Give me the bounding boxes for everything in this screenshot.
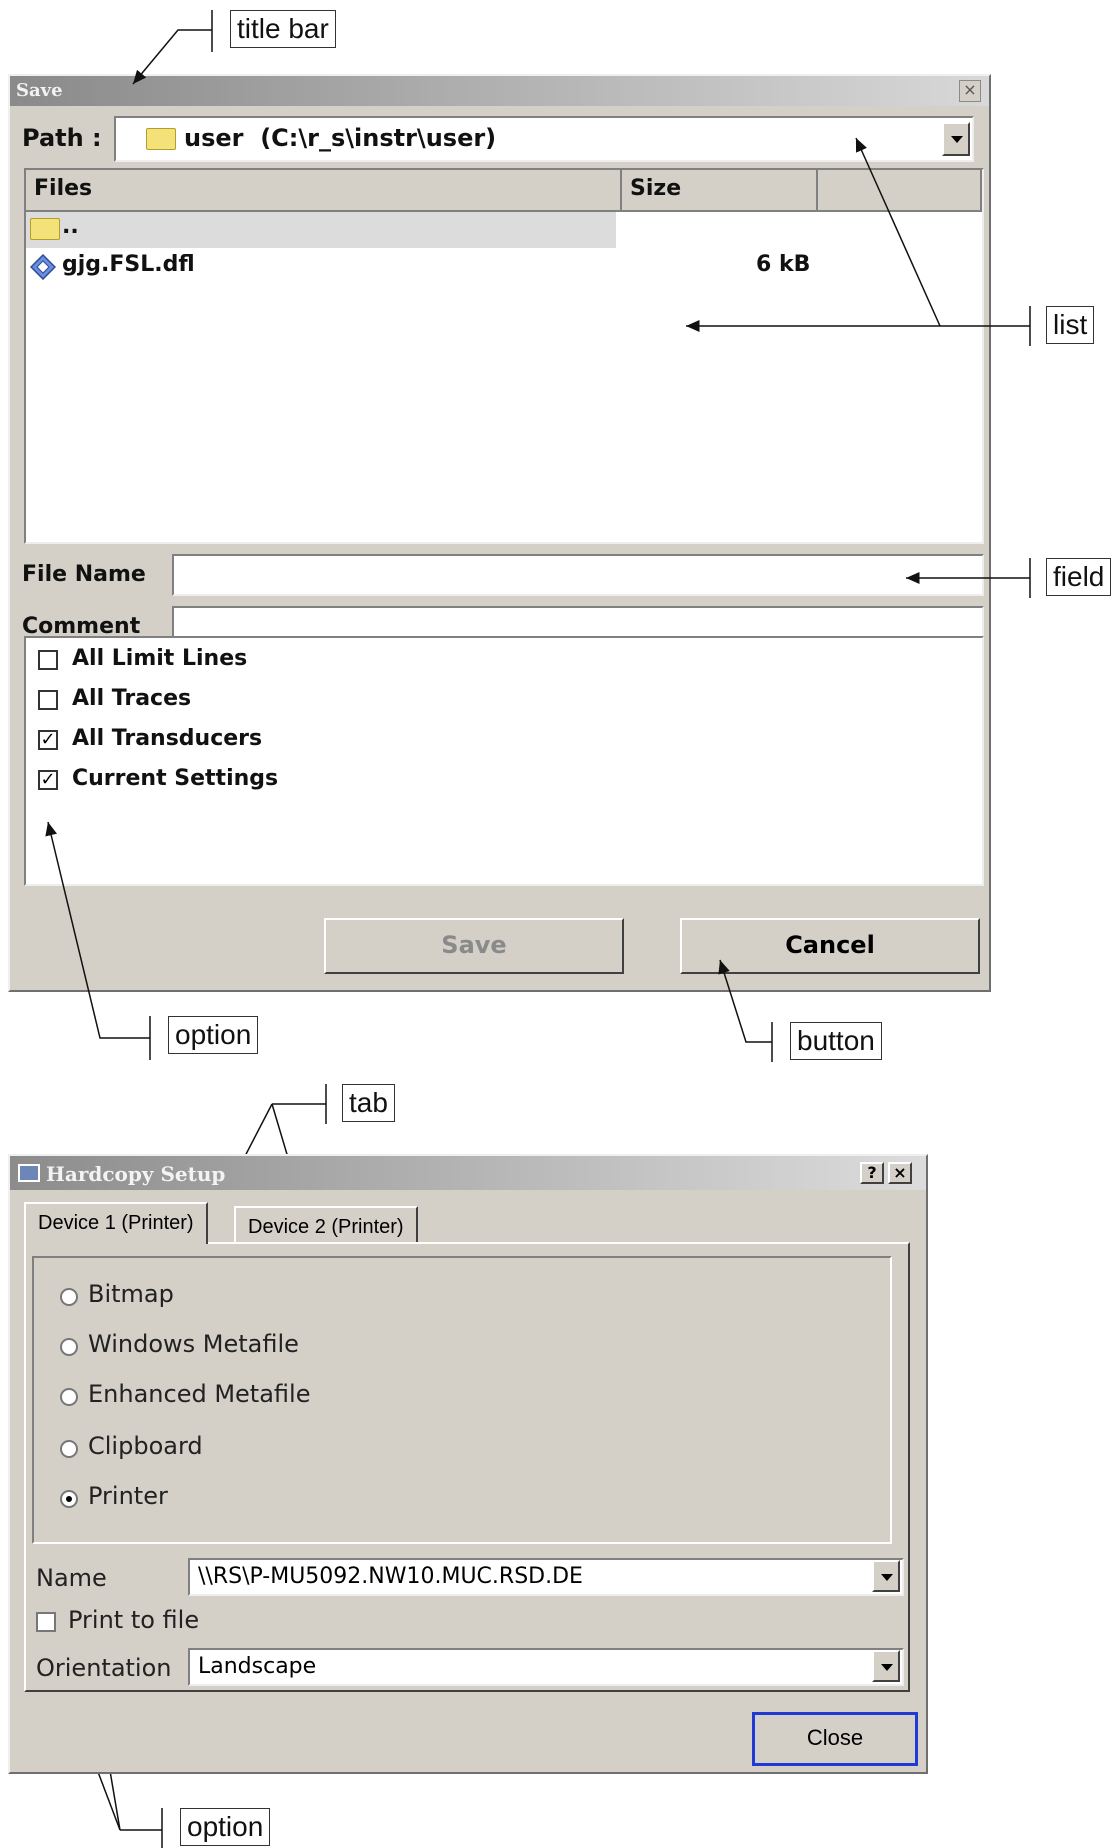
printer-name-select[interactable]: \\RS\P-MU5092.NW10.MUC.RSD.DE	[188, 1558, 904, 1596]
radio-label: Printer	[88, 1482, 168, 1510]
hardcopy-title: Hardcopy Setup	[46, 1162, 226, 1186]
title-bar-pointer	[132, 29, 212, 85]
radio-enhanced-metafile[interactable]	[60, 1388, 78, 1406]
tab-device-1[interactable]: Device 1 (Printer)	[24, 1202, 208, 1244]
orientation-value: Landscape	[198, 1654, 317, 1679]
print-to-file-label: Print to file	[68, 1606, 200, 1634]
name-label: Name	[36, 1564, 107, 1592]
radio-label: Clipboard	[88, 1432, 203, 1460]
close-button[interactable]: Close	[752, 1712, 918, 1766]
printer-name-value: \\RS\P-MU5092.NW10.MUC.RSD.DE	[198, 1564, 583, 1589]
window-icon	[18, 1164, 40, 1182]
callout-list: list	[1046, 306, 1095, 344]
radio-windows-metafile[interactable]	[60, 1338, 78, 1356]
radio-label: Enhanced Metafile	[88, 1380, 311, 1408]
radio-printer[interactable]	[60, 1490, 78, 1508]
checkbox-print-to-file[interactable]	[36, 1612, 56, 1632]
radio-clipboard[interactable]	[60, 1440, 78, 1458]
chevron-down-icon[interactable]	[872, 1650, 900, 1682]
callout-field: field	[1046, 558, 1111, 596]
callout-title-bar: title bar	[230, 10, 336, 48]
orientation-label: Orientation	[36, 1654, 172, 1682]
chevron-down-icon[interactable]	[872, 1560, 900, 1592]
orientation-select[interactable]: Landscape	[188, 1648, 904, 1686]
callout-tab: tab	[342, 1084, 395, 1122]
output-format-group: Bitmap Windows Metafile Enhanced Metafil…	[32, 1256, 892, 1544]
callout-option-top: option	[168, 1016, 259, 1054]
tab-device-2[interactable]: Device 2 (Printer)	[234, 1206, 418, 1244]
radio-label: Windows Metafile	[88, 1330, 299, 1358]
hardcopy-title-bar[interactable]: Hardcopy Setup ? ×	[10, 1156, 926, 1190]
callout-option-bottom: option	[180, 1808, 271, 1846]
hardcopy-dialog: Hardcopy Setup ? × Device 1 (Printer) De…	[8, 1154, 928, 1774]
help-icon[interactable]: ?	[860, 1162, 884, 1184]
radio-label: Bitmap	[88, 1280, 174, 1308]
close-icon[interactable]: ×	[888, 1162, 912, 1184]
radio-bitmap[interactable]	[60, 1288, 78, 1306]
callout-button: button	[790, 1022, 882, 1060]
